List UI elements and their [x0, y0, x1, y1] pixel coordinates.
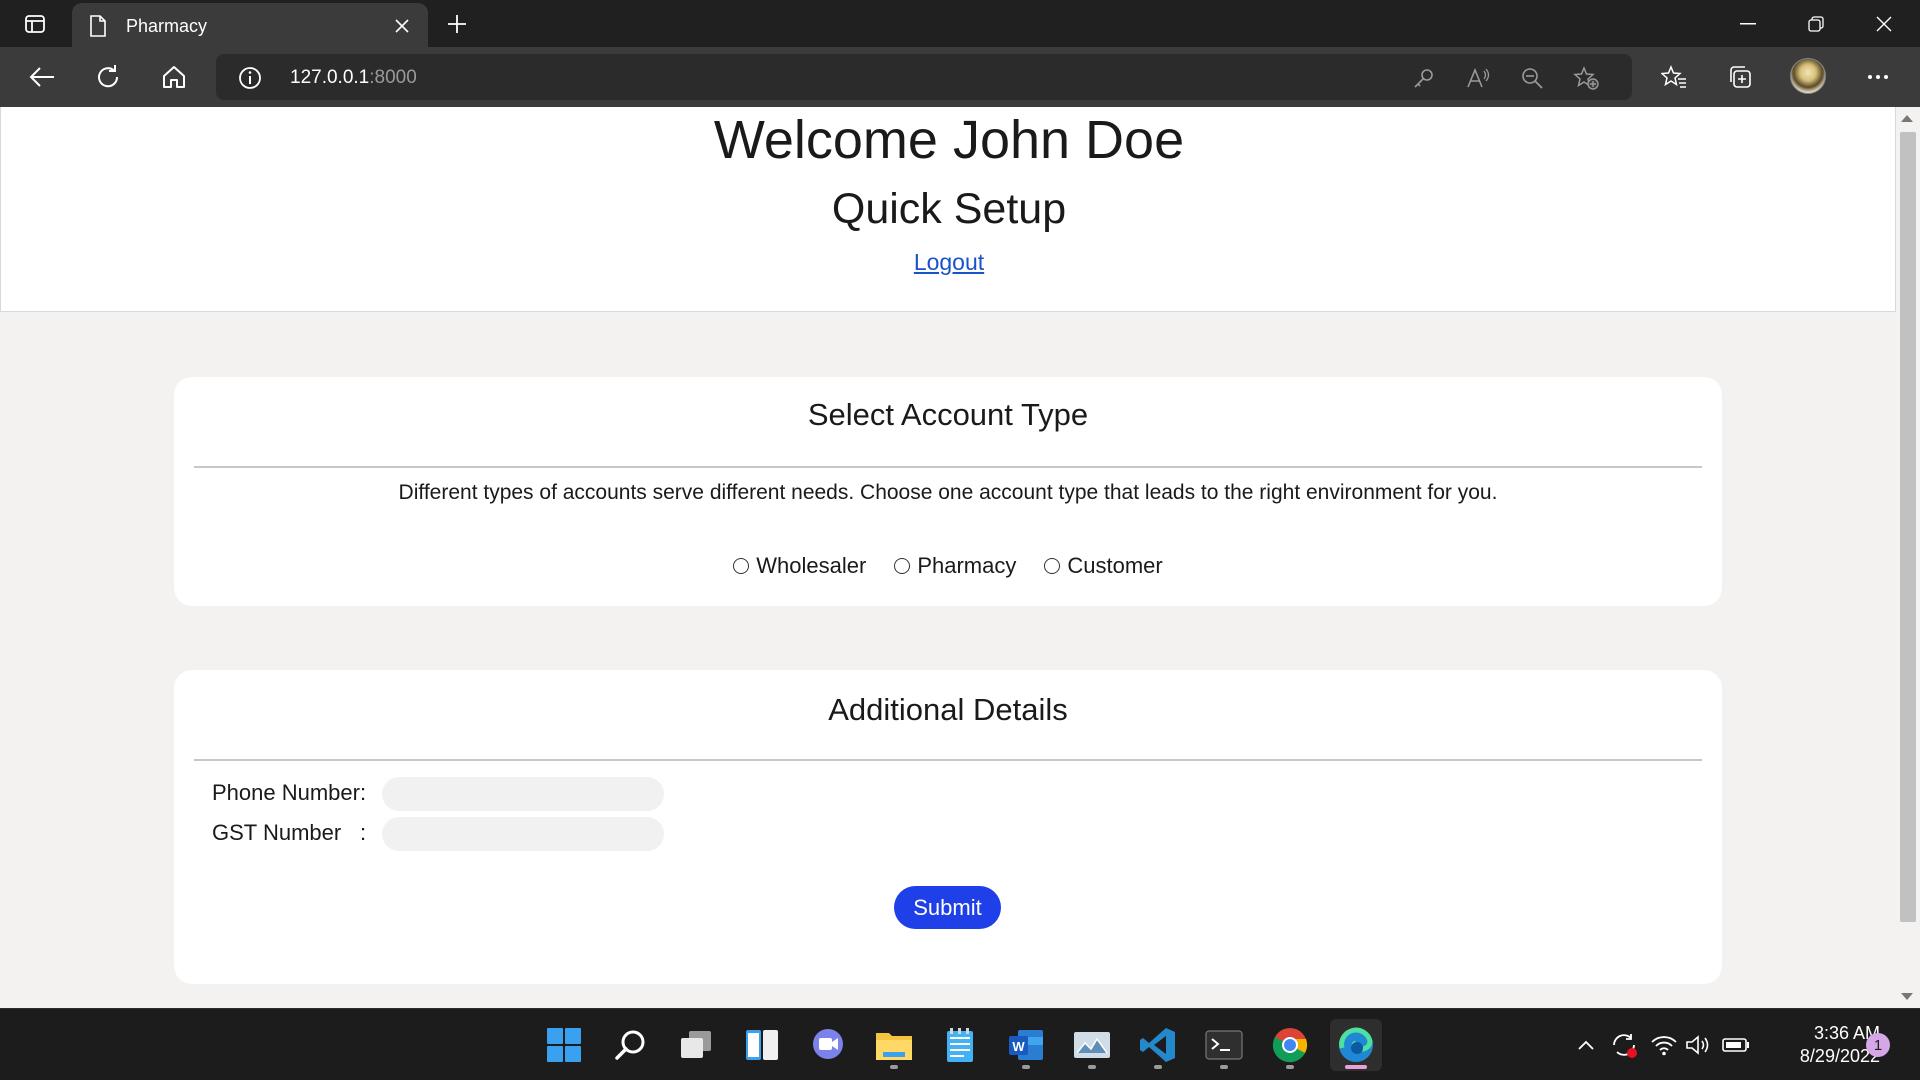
- restore-icon[interactable]: [1782, 0, 1850, 47]
- scrollbar-thumb[interactable]: [1900, 132, 1916, 922]
- widgets-icon[interactable]: [736, 1019, 788, 1071]
- gst-colon: :: [360, 820, 367, 845]
- submit-button[interactable]: Submit: [894, 886, 1001, 929]
- browser-tab[interactable]: Pharmacy: [72, 3, 428, 47]
- page-icon: [88, 15, 108, 42]
- radio-button[interactable]: [733, 558, 750, 574]
- volume-icon[interactable]: [1684, 1031, 1712, 1059]
- radio-button[interactable]: [894, 558, 911, 574]
- new-tab-icon[interactable]: [440, 8, 474, 40]
- back-icon[interactable]: [22, 57, 62, 97]
- running-indicator: [1286, 1065, 1294, 1069]
- refresh-icon[interactable]: [88, 57, 128, 97]
- welcome-heading: Welcome John Doe: [713, 110, 1185, 170]
- account-type-title: Select Account Type: [807, 397, 1089, 432]
- account-type-description: Different types of accounts serve differ…: [398, 481, 1498, 504]
- page-viewport: Welcome John Doe Quick Setup Logout Sele…: [0, 107, 1920, 1008]
- edge-icon[interactable]: [1330, 1019, 1382, 1071]
- scroll-down-icon[interactable]: [1901, 993, 1913, 1000]
- collections-icon[interactable]: [1726, 63, 1754, 91]
- page-header: Welcome John Doe Quick Setup Logout: [0, 107, 1896, 312]
- phone-number-input[interactable]: [382, 777, 664, 811]
- divider: [194, 759, 1702, 761]
- tab-actions-icon[interactable]: [16, 8, 54, 39]
- address-bar[interactable]: 127.0.0.1:8000: [216, 54, 1632, 100]
- task-view-icon[interactable]: [670, 1019, 722, 1071]
- photos-icon[interactable]: [1066, 1019, 1118, 1071]
- radio-button[interactable]: [1044, 558, 1061, 574]
- start-icon[interactable]: [538, 1019, 590, 1071]
- running-indicator: [1088, 1065, 1096, 1069]
- zoom-out-icon[interactable]: [1518, 64, 1546, 92]
- password-key-icon[interactable]: [1410, 64, 1438, 92]
- page-subtitle: Quick Setup: [831, 185, 1067, 233]
- running-indicator: [1022, 1065, 1030, 1069]
- url-text[interactable]: 127.0.0.1:8000: [290, 67, 417, 89]
- additional-details-card: Additional Details Phone Number : GST Nu…: [174, 670, 1722, 984]
- close-window-icon[interactable]: [1850, 0, 1918, 47]
- additional-details-title: Additional Details: [828, 692, 1068, 727]
- gst-number-label: GST Number: [212, 820, 342, 845]
- gst-number-input[interactable]: [382, 817, 664, 851]
- word-icon[interactable]: W: [1000, 1019, 1052, 1071]
- wifi-icon[interactable]: [1650, 1031, 1678, 1059]
- vscode-icon[interactable]: [1132, 1019, 1184, 1071]
- account-type-card: Select Account Type Different types of a…: [174, 377, 1722, 606]
- add-favorite-icon[interactable]: [1572, 64, 1600, 92]
- clock-date: 8/29/2022: [1799, 1046, 1880, 1066]
- battery-icon[interactable]: [1722, 1031, 1750, 1059]
- search-icon[interactable]: [604, 1019, 656, 1071]
- clock-time: 3:36 AM: [1813, 1023, 1880, 1043]
- notification-badge[interactable]: 1: [1866, 1033, 1890, 1057]
- scroll-up-icon[interactable]: [1901, 115, 1913, 122]
- chevron-up-icon[interactable]: [1572, 1031, 1600, 1059]
- running-indicator: [1345, 1065, 1367, 1069]
- radio-customer[interactable]: Customer: [1044, 553, 1163, 579]
- running-indicator: [1220, 1065, 1228, 1069]
- divider: [194, 466, 1702, 468]
- radio-wholesaler[interactable]: Wholesaler: [733, 553, 866, 579]
- minimize-icon[interactable]: [1714, 0, 1782, 47]
- site-info-icon[interactable]: [238, 66, 262, 95]
- tab-strip: Pharmacy: [0, 0, 1920, 47]
- system-clock[interactable]: 3:36 AM 8/29/2022: [1760, 1022, 1880, 1068]
- chat-icon[interactable]: [802, 1019, 854, 1071]
- running-indicator: [890, 1065, 898, 1069]
- running-indicator: [1154, 1065, 1162, 1069]
- favorites-icon[interactable]: [1660, 63, 1688, 91]
- notepad-icon[interactable]: [934, 1019, 986, 1071]
- radio-pharmacy[interactable]: Pharmacy: [894, 553, 1016, 579]
- svg-text:W: W: [1012, 1039, 1025, 1054]
- file-explorer-icon[interactable]: [868, 1019, 920, 1071]
- phone-number-label: Phone Number: [212, 780, 360, 805]
- logout-link: Logout: [913, 249, 985, 275]
- sync-icon[interactable]: [1610, 1031, 1638, 1059]
- close-tab-icon[interactable]: [390, 14, 414, 38]
- terminal-icon[interactable]: [1198, 1019, 1250, 1071]
- chrome-icon[interactable]: [1264, 1019, 1316, 1071]
- navigation-bar: 127.0.0.1:8000: [0, 47, 1920, 107]
- tab-title: Pharmacy: [126, 16, 208, 36]
- account-type-radio-group: Wholesaler Pharmacy Customer: [174, 553, 1722, 579]
- taskbar: W 3:36 AM 8/29/2022 1: [0, 1008, 1920, 1080]
- more-options-icon[interactable]: [1864, 63, 1892, 91]
- profile-avatar[interactable]: [1790, 58, 1826, 94]
- home-icon[interactable]: [154, 57, 194, 97]
- read-aloud-icon[interactable]: [1464, 64, 1492, 92]
- phone-colon: :: [360, 780, 367, 805]
